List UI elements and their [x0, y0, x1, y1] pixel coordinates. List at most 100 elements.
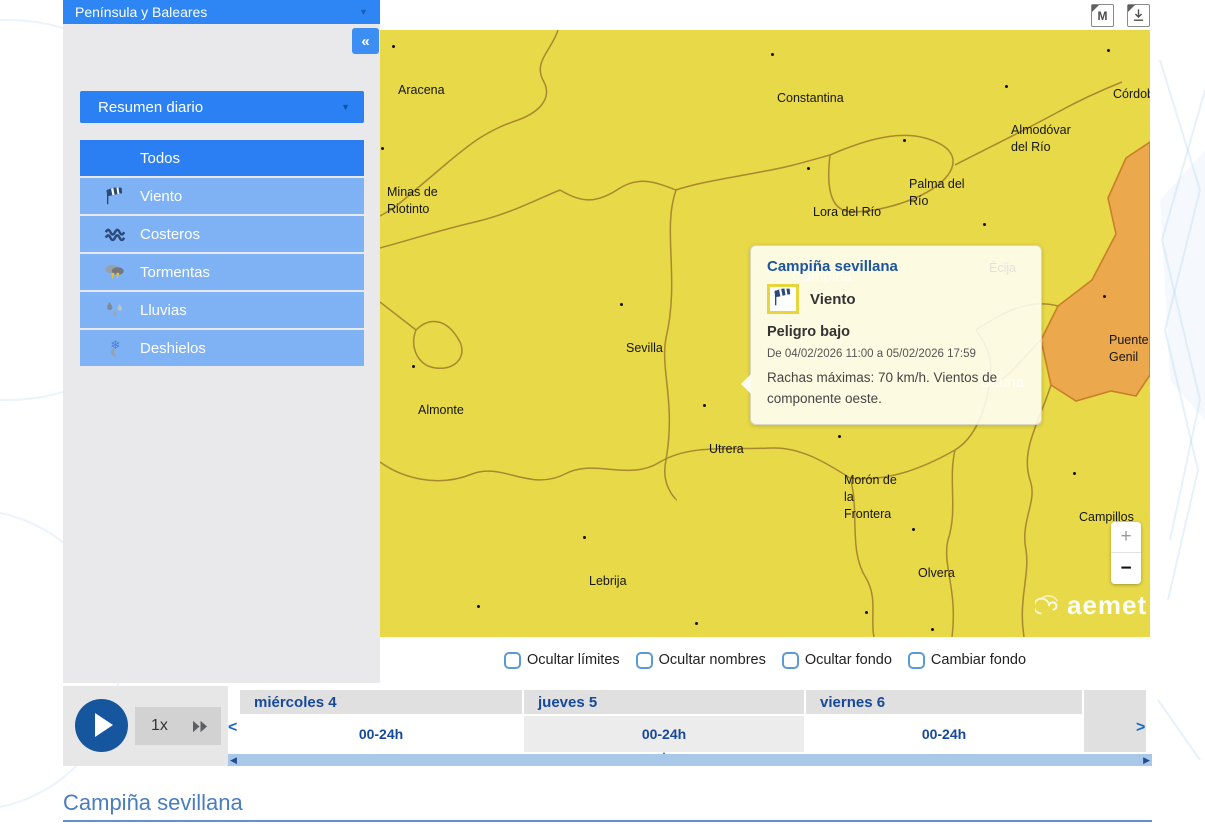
legend-document-icon[interactable]: M	[1091, 4, 1114, 27]
map-city-label: Aracena	[398, 48, 445, 99]
timeline-day-column: jueves 5 00-24h	[524, 690, 804, 752]
timeline-prev-button[interactable]: <	[228, 710, 240, 746]
windsock-icon	[772, 286, 794, 308]
map-city-label: Puente Genil	[1109, 298, 1149, 366]
map-option-label: Ocultar límites	[527, 652, 620, 668]
checkbox[interactable]	[908, 652, 925, 669]
map-city-label: Campillos	[1079, 475, 1134, 526]
scrollbar-left-arrow-icon[interactable]: ◀	[230, 755, 237, 766]
timeline-next-button[interactable]: >	[1136, 710, 1152, 746]
region-selector-dropdown[interactable]: Península y Baleares ▼	[63, 0, 380, 24]
map-city-label: Constantina	[777, 56, 844, 107]
checkbox[interactable]	[782, 652, 799, 669]
map-city-label: Grazalema	[871, 614, 932, 637]
map-city-label: Utrera	[709, 407, 744, 458]
storm-icon	[104, 261, 126, 283]
map-option-label: Cambiar fondo	[931, 652, 1026, 668]
timeline-bar: 1x < miércoles 4 00-24h jueves 5 00-24h …	[63, 686, 1152, 766]
warning-filter-label: Deshielos	[140, 340, 206, 357]
scrollbar-right-arrow-icon[interactable]: ▶	[1143, 755, 1150, 766]
page-fold-icon	[1092, 5, 1099, 12]
summary-mode-dropdown[interactable]: Resumen diario ▼	[80, 91, 364, 123]
aemet-logo: aemet	[1035, 590, 1147, 621]
play-button[interactable]	[75, 699, 128, 752]
warning-map[interactable]: Aracena Constantina Córdoba Almodóvar de…	[380, 30, 1150, 637]
chevron-down-icon: ▼	[341, 102, 350, 112]
checkbox[interactable]	[636, 652, 653, 669]
popup-zone-title: Campiña sevillana	[767, 258, 1027, 275]
map-option[interactable]: Ocultar límites	[504, 652, 620, 669]
map-city-label: Almonte	[418, 368, 464, 419]
chevron-down-icon: ▼	[359, 7, 368, 17]
warning-filter-deshielos[interactable]: ❄ Deshielos	[80, 330, 364, 366]
warning-filter-label: Costeros	[140, 226, 200, 243]
timeline-range-cell[interactable]: 00-24h	[524, 716, 804, 752]
warning-filter-lluvias[interactable]: Lluvias	[80, 292, 364, 328]
map-city-label: Lora del Río	[813, 170, 881, 221]
summary-mode-value: Resumen diario	[98, 99, 341, 116]
timeline-day-header[interactable]: jueves 5	[524, 690, 804, 714]
map-city-label: Almodóvar del Río	[1011, 88, 1071, 156]
map-option-label: Ocultar fondo	[805, 652, 892, 668]
timeline-day-header[interactable]: viernes 6	[806, 690, 1082, 714]
warning-filter-viento[interactable]: Viento	[80, 178, 364, 214]
popup-pointer	[741, 374, 751, 394]
zoom-out-button[interactable]: −	[1111, 553, 1141, 584]
map-city-label: Arcos de	[701, 625, 750, 637]
warning-popup: Campiña sevillana Viento Peligro bajo De…	[750, 245, 1042, 425]
timeline-range-cell[interactable]: 00-24h	[806, 716, 1082, 752]
warning-filter-label: Lluvias	[140, 302, 187, 319]
zoom-in-button[interactable]: +	[1111, 522, 1141, 553]
map-city-label: Sanlúcar de Barrameda	[483, 608, 550, 637]
city-dot-icon	[703, 404, 706, 407]
legend-m-glyph: M	[1098, 9, 1108, 23]
map-option[interactable]: Cambiar fondo	[908, 652, 1026, 669]
city-dot-icon	[1005, 85, 1008, 88]
timeline-day-column: miércoles 4 00-24h	[240, 690, 522, 752]
speed-value: 1x	[151, 717, 168, 735]
popup-warning-iconbox	[767, 284, 799, 314]
warning-filter-tormentas[interactable]: Tormentas	[80, 254, 364, 290]
city-dot-icon	[865, 611, 868, 614]
map-city-label: Sevilla	[626, 306, 663, 357]
map-zoom-control: + −	[1111, 522, 1141, 584]
city-dot-icon	[771, 53, 774, 56]
city-dot-icon	[838, 435, 841, 438]
map-city-label: Lebrija	[589, 539, 627, 590]
windsock-icon	[104, 185, 126, 207]
speed-control[interactable]: 1x	[135, 707, 221, 745]
coastal-waves-icon	[104, 223, 126, 245]
region-selector-value: Península y Baleares	[75, 4, 359, 20]
city-dot-icon	[912, 528, 915, 531]
map-options-row: Ocultar límites Ocultar nombres Ocultar …	[380, 645, 1150, 675]
checkbox[interactable]	[504, 652, 521, 669]
map-city-label: Ronda	[937, 631, 974, 637]
timeline-range-cell[interactable]: 00-24h	[240, 716, 522, 752]
timeline-day-header[interactable]: miércoles 4	[240, 690, 522, 714]
timeline-scrollbar[interactable]: ◀ ▶	[228, 754, 1152, 766]
map-option[interactable]: Ocultar fondo	[782, 652, 892, 669]
warning-filter-todos[interactable]: Todos	[80, 140, 364, 176]
popup-phenomenon: Viento	[810, 291, 856, 308]
city-dot-icon	[1073, 472, 1076, 475]
warning-filter-label: Tormentas	[140, 264, 210, 281]
rain-icon	[104, 299, 126, 321]
map-city-label: Córdoba	[1113, 52, 1150, 103]
selected-zone-title: Campiña sevillana	[63, 790, 243, 816]
city-dot-icon	[695, 622, 698, 625]
map-option[interactable]: Ocultar nombres	[636, 652, 766, 669]
download-document-icon[interactable]	[1127, 4, 1150, 27]
warning-filter-costeros[interactable]: Costeros	[80, 216, 364, 252]
page-fold-icon	[1128, 5, 1135, 12]
timeline-day-column: viernes 6 00-24h	[806, 690, 1082, 752]
city-dot-icon	[1103, 295, 1106, 298]
collapse-sidebar-button[interactable]: «	[352, 28, 379, 54]
city-dot-icon	[1107, 49, 1110, 52]
popup-description: Rachas máximas: 70 km/h. Vientos de comp…	[767, 368, 1027, 410]
warning-type-filter-list: Todos Viento Costeros Tormentas	[80, 140, 364, 368]
aemet-logo-text: aemet	[1067, 590, 1147, 621]
play-icon	[95, 713, 113, 737]
popup-validity-period: De 04/02/2026 11:00 a 05/02/2026 17:59	[767, 348, 1027, 360]
city-dot-icon	[931, 628, 934, 631]
city-dot-icon	[412, 365, 415, 368]
